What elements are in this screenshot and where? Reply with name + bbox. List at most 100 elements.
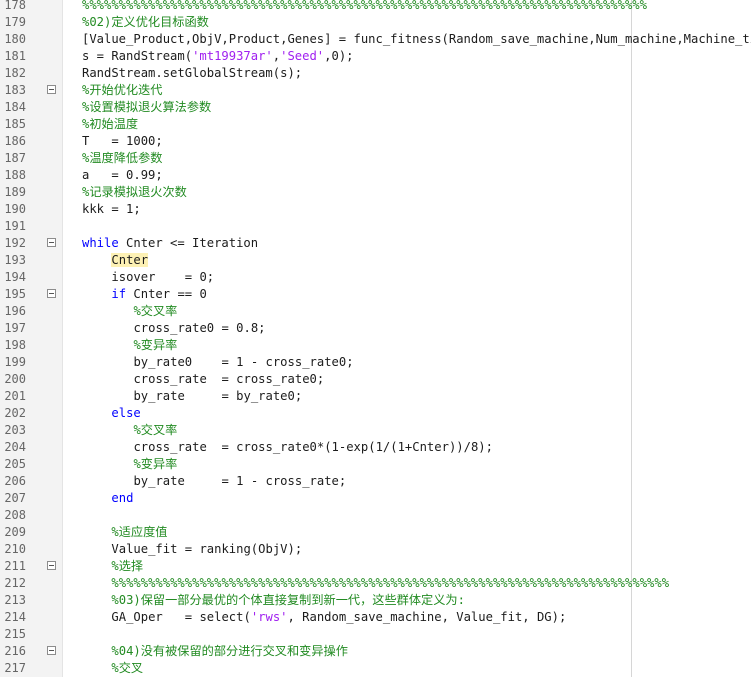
- code-line[interactable]: 183 %开始优化迭代: [0, 82, 751, 99]
- code-token: cross_rate = cross_rate0*(1-exp(1/(1+Cnt…: [133, 440, 493, 454]
- comment-token: %交叉率: [133, 423, 178, 437]
- comment-token: %%%%%%%%%%%%%%%%%%%%%%%%%%%%%%%%%%%%%%%%…: [82, 0, 647, 12]
- code-line[interactable]: 187 %温度降低参数: [0, 150, 751, 167]
- code-line[interactable]: 211 %选择: [0, 558, 751, 575]
- line-number: 179: [4, 15, 26, 29]
- code-line[interactable]: 195 if Cnter == 0: [0, 286, 751, 303]
- code-line[interactable]: 189 %记录模拟退火次数: [0, 184, 751, 201]
- code-line[interactable]: 209 %适应度值: [0, 524, 751, 541]
- fold-toggle-icon[interactable]: [47, 238, 56, 247]
- code-line[interactable]: 188 a = 0.99;: [0, 167, 751, 184]
- line-number: 208: [4, 508, 26, 522]
- line-number: 194: [4, 270, 26, 284]
- code-text: %温度降低参数: [82, 150, 162, 167]
- code-token: Cnter <= Iteration: [118, 236, 259, 250]
- code-token: by_rate0 = 1 - cross_rate0;: [133, 355, 354, 369]
- fold-toggle-icon[interactable]: [47, 561, 56, 570]
- code-line[interactable]: 200 cross_rate = cross_rate0;: [0, 371, 751, 388]
- code-text: by_rate = by_rate0;: [133, 388, 302, 405]
- fold-toggle-icon[interactable]: [47, 289, 56, 298]
- code-line[interactable]: 213 %03)保留一部分最优的个体直接复制到新一代，这些群体定义为:: [0, 592, 751, 609]
- code-token: a = 0.99;: [82, 168, 163, 182]
- code-line[interactable]: 208: [0, 507, 751, 524]
- line-number: 196: [4, 304, 26, 318]
- line-number: 202: [4, 406, 26, 420]
- fold-toggle-icon[interactable]: [47, 646, 56, 655]
- line-number: 187: [4, 151, 26, 165]
- line-number: 209: [4, 525, 26, 539]
- code-line[interactable]: 178%%%%%%%%%%%%%%%%%%%%%%%%%%%%%%%%%%%%%…: [0, 0, 751, 14]
- comment-token: %设置模拟退火算法参数: [82, 100, 212, 114]
- line-number: 210: [4, 542, 26, 556]
- keyword-token: if: [111, 287, 127, 301]
- code-token: cross_rate = cross_rate0;: [133, 372, 325, 386]
- code-line[interactable]: 198 %变异率: [0, 337, 751, 354]
- code-text: %%%%%%%%%%%%%%%%%%%%%%%%%%%%%%%%%%%%%%%%…: [111, 575, 669, 592]
- code-token: by_rate = by_rate0;: [133, 389, 303, 403]
- code-line[interactable]: 202 else: [0, 405, 751, 422]
- code-text: cross_rate = cross_rate0;: [133, 371, 324, 388]
- code-token: , Random_save_machine, Value_fit, DG);: [287, 610, 567, 624]
- code-token: RandStream.setGlobalStream(s);: [82, 66, 303, 80]
- line-number: 204: [4, 440, 26, 454]
- code-text: RandStream.setGlobalStream(s);: [82, 65, 302, 82]
- code-line[interactable]: 185 %初始温度: [0, 116, 751, 133]
- code-line[interactable]: 205 %变异率: [0, 456, 751, 473]
- code-line[interactable]: 190 kkk = 1;: [0, 201, 751, 218]
- code-line[interactable]: 210 Value_fit = ranking(ObjV);: [0, 541, 751, 558]
- code-token: ,0);: [324, 49, 354, 63]
- code-text: end: [111, 490, 133, 507]
- code-line[interactable]: 215: [0, 626, 751, 643]
- fold-toggle-icon[interactable]: [47, 85, 56, 94]
- code-line[interactable]: 201 by_rate = by_rate0;: [0, 388, 751, 405]
- code-line[interactable]: 203 %交叉率: [0, 422, 751, 439]
- code-line[interactable]: 207 end: [0, 490, 751, 507]
- code-line[interactable]: 193 Cnter: [0, 252, 751, 269]
- code-editor[interactable]: 178%%%%%%%%%%%%%%%%%%%%%%%%%%%%%%%%%%%%%…: [0, 0, 751, 677]
- code-line[interactable]: 184 %设置模拟退火算法参数: [0, 99, 751, 116]
- code-line[interactable]: 216 %04)没有被保留的部分进行交叉和变异操作: [0, 643, 751, 660]
- code-line[interactable]: 182 RandStream.setGlobalStream(s);: [0, 65, 751, 82]
- code-line[interactable]: 214 GA_Oper = select('rws', Random_save_m…: [0, 609, 751, 626]
- keyword-token: else: [111, 406, 141, 420]
- code-token: Cnter == 0: [126, 287, 207, 301]
- code-text: %%%%%%%%%%%%%%%%%%%%%%%%%%%%%%%%%%%%%%%%…: [82, 0, 647, 14]
- code-line[interactable]: 196 %交叉率: [0, 303, 751, 320]
- code-line[interactable]: 179 %02)定义优化目标函数: [0, 14, 751, 31]
- comment-token: %变异率: [133, 338, 178, 352]
- code-line[interactable]: 192 while Cnter <= Iteration: [0, 235, 751, 252]
- code-line[interactable]: 191: [0, 218, 751, 235]
- line-number: 205: [4, 457, 26, 471]
- code-text: else: [111, 405, 140, 422]
- keyword-token: end: [111, 491, 134, 505]
- code-token: isover = 0;: [111, 270, 215, 284]
- line-number: 193: [4, 253, 26, 267]
- line-number: 198: [4, 338, 26, 352]
- line-number: 184: [4, 100, 26, 114]
- line-number: 199: [4, 355, 26, 369]
- code-text: by_rate0 = 1 - cross_rate0;: [133, 354, 353, 371]
- comment-token: %交叉: [111, 661, 144, 675]
- code-line[interactable]: 181 s = RandStream('mt19937ar','Seed',0);: [0, 48, 751, 65]
- code-text: T = 1000;: [82, 133, 163, 150]
- line-number: 203: [4, 423, 26, 437]
- code-line[interactable]: 212%%%%%%%%%%%%%%%%%%%%%%%%%%%%%%%%%%%%%…: [0, 575, 751, 592]
- code-text: kkk = 1;: [82, 201, 141, 218]
- code-line[interactable]: 199 by_rate0 = 1 - cross_rate0;: [0, 354, 751, 371]
- code-line[interactable]: 194 isover = 0;: [0, 269, 751, 286]
- line-number: 201: [4, 389, 26, 403]
- line-number: 206: [4, 474, 26, 488]
- code-line[interactable]: 197 cross_rate0 = 0.8;: [0, 320, 751, 337]
- code-text: Value_fit = ranking(ObjV);: [111, 541, 302, 558]
- code-line[interactable]: 186 T = 1000;: [0, 133, 751, 150]
- code-line[interactable]: 180 [Value_Product,ObjV,Product,Genes] = …: [0, 31, 751, 48]
- code-line[interactable]: 206 by_rate = 1 - cross_rate;: [0, 473, 751, 490]
- comment-token: %适应度值: [111, 525, 168, 539]
- code-line[interactable]: 204 cross_rate = cross_rate0*(1-exp(1/(1+…: [0, 439, 751, 456]
- line-number: 185: [4, 117, 26, 131]
- code-token: by_rate = 1 - cross_rate;: [133, 474, 347, 488]
- comment-token: %温度降低参数: [82, 151, 163, 165]
- code-text: %开始优化迭代: [82, 82, 162, 99]
- comment-token: %变异率: [133, 457, 178, 471]
- line-number: 191: [4, 219, 26, 233]
